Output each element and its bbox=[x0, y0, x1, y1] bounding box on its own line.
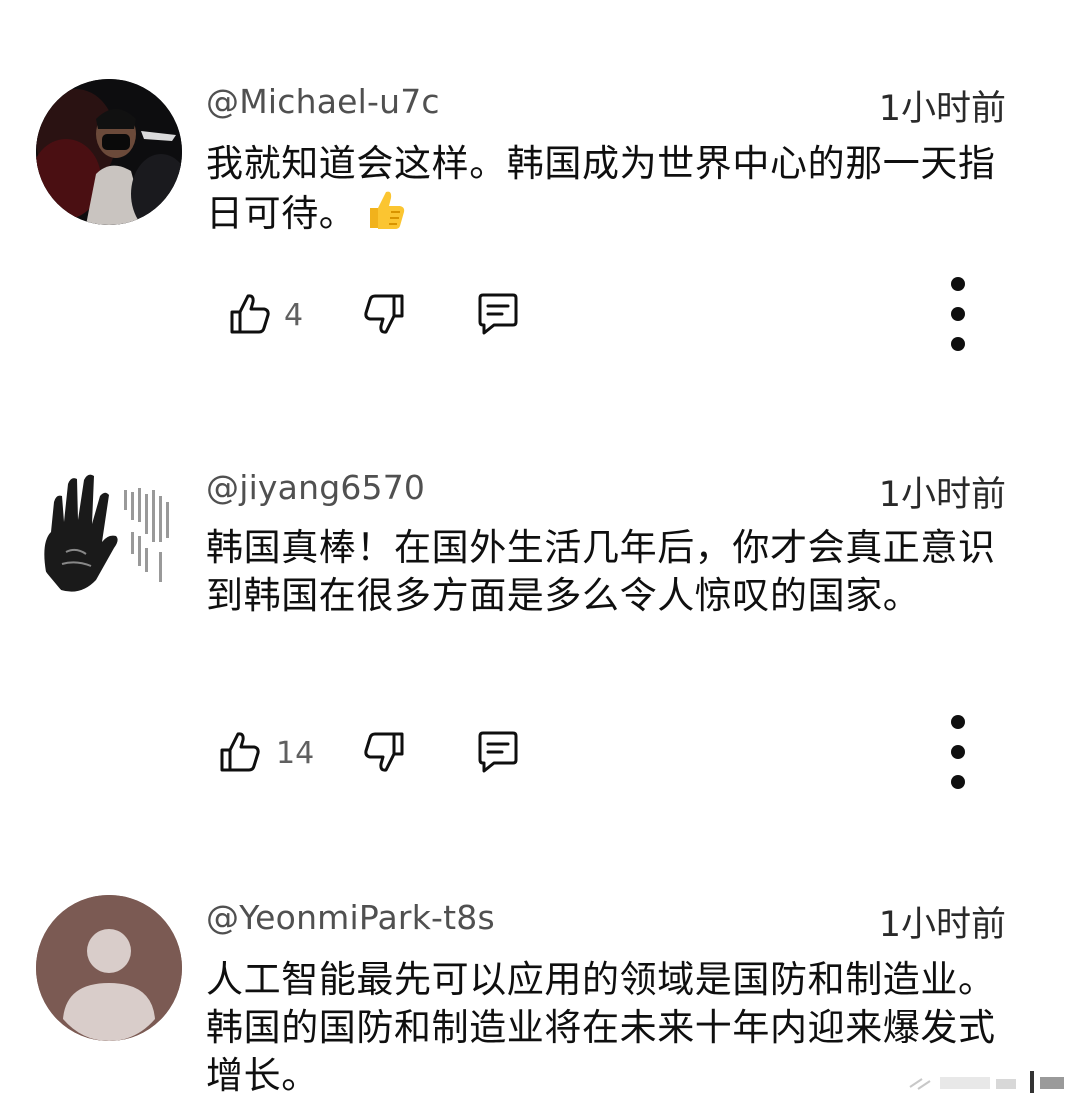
comment-text: 我就知道会这样。韩国成为世界中心的那一天指日可待。 bbox=[206, 140, 1016, 244]
comment-author[interactable]: @Michael-u7c bbox=[206, 82, 440, 121]
like-icon[interactable] bbox=[226, 290, 274, 338]
reply-icon[interactable] bbox=[474, 290, 522, 338]
reply-icon[interactable] bbox=[474, 728, 522, 776]
dislike-icon[interactable] bbox=[360, 728, 408, 776]
comment-author[interactable]: @jiyang6570 bbox=[206, 468, 425, 507]
like-count: 4 bbox=[284, 298, 304, 333]
avatar[interactable] bbox=[36, 79, 182, 225]
comment-text: 韩国真棒！在国外生活几年后，你才会真正意识到韩国在很多方面是多么令人惊叹的国家。 bbox=[206, 526, 996, 617]
more-options-icon[interactable] bbox=[940, 708, 976, 800]
avatar[interactable] bbox=[36, 895, 182, 1041]
like-count: 14 bbox=[276, 736, 315, 771]
more-options-icon[interactable] bbox=[940, 270, 976, 362]
thumbs-up-emoji-icon bbox=[362, 188, 406, 244]
photo-avatar-icon bbox=[36, 79, 182, 225]
watermark-icon bbox=[909, 1071, 1064, 1093]
avatar[interactable] bbox=[36, 462, 182, 608]
comment-text-body: 我就知道会这样。韩国成为世界中心的那一天指日可待。 bbox=[206, 142, 996, 235]
comment-author[interactable]: @YeonmiPark-t8s bbox=[206, 898, 495, 937]
comment-timestamp: 1小时前 bbox=[878, 475, 1006, 515]
like-icon[interactable] bbox=[216, 728, 264, 776]
comment-timestamp: 1小时前 bbox=[878, 905, 1006, 945]
dislike-icon[interactable] bbox=[360, 290, 408, 338]
comment-actions: 4 bbox=[0, 277, 1080, 351]
comment-text: 人工智能最先可以应用的领域是国防和制造业。韩国的国防和制造业将在未来十年内迎来爆… bbox=[206, 958, 996, 1097]
comment-actions: 14 bbox=[0, 715, 1080, 789]
comment-timestamp: 1小时前 bbox=[878, 89, 1006, 129]
handprint-avatar-icon bbox=[36, 462, 182, 608]
default-avatar-icon bbox=[36, 895, 182, 1041]
